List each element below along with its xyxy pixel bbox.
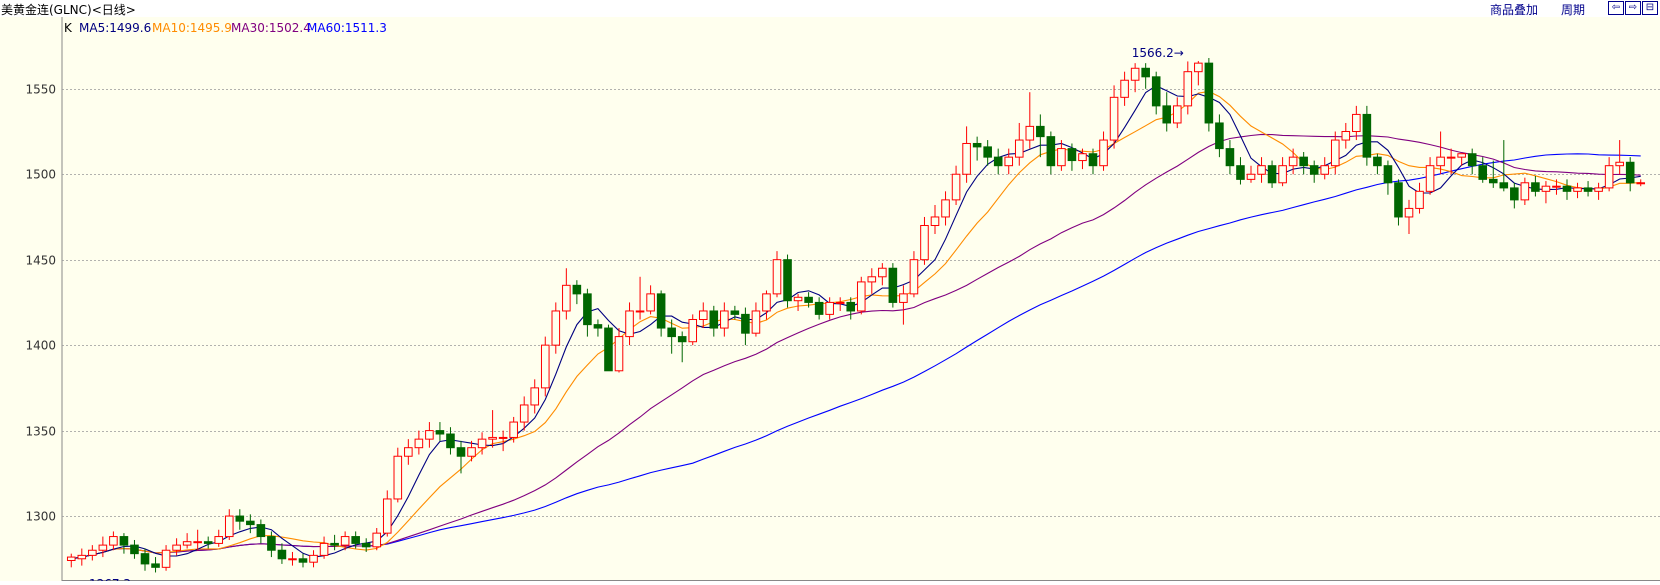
legend-ma10: MA10:1495.9 bbox=[152, 21, 232, 35]
legend-ma5: MA5:1499.6 bbox=[79, 21, 151, 35]
y-tick-label: 1400 bbox=[25, 339, 56, 353]
legend-k: K bbox=[64, 21, 73, 35]
low-annotation: 1267.3→ bbox=[89, 577, 141, 581]
high-annotation: 1566.2→ bbox=[1132, 46, 1184, 60]
chart-area[interactable]: 130013501400145015001550 1566.2→1267.3→ … bbox=[0, 17, 1660, 585]
legend-ma60: MA60:1511.3 bbox=[307, 21, 387, 35]
legend: K MA5:1499.6 MA10:1495.9 MA30:1502.4 MA6… bbox=[64, 21, 387, 35]
y-tick-label: 1550 bbox=[25, 83, 56, 97]
y-tick-label: 1350 bbox=[25, 425, 56, 439]
chart-title: 美黄金连(GLNC)<日线> bbox=[1, 3, 136, 17]
period-link[interactable]: 周期 bbox=[1561, 1, 1585, 18]
candle bbox=[1362, 105, 1372, 166]
y-tick-label: 1450 bbox=[25, 254, 56, 268]
candle bbox=[604, 324, 613, 372]
candle bbox=[783, 254, 792, 308]
scroll-right-icon[interactable]: ⇨ bbox=[1625, 1, 1641, 15]
scroll-left-icon[interactable]: ⇦ bbox=[1608, 1, 1624, 15]
candlestick-chart[interactable]: 130013501400145015001550 1566.2→1267.3→ … bbox=[0, 17, 1660, 585]
header-bar: 美黄金连(GLNC)<日线> 商品叠加 周期 ⇦ ⇨ ⊟ bbox=[0, 0, 1660, 17]
candle bbox=[393, 447, 403, 503]
overlay-commodity-link[interactable]: 商品叠加 bbox=[1490, 1, 1538, 18]
candle bbox=[540, 336, 550, 397]
candle bbox=[1204, 58, 1214, 132]
fullscreen-icon[interactable]: ⊟ bbox=[1642, 1, 1658, 15]
candle bbox=[856, 276, 866, 315]
y-tick-label: 1500 bbox=[25, 168, 56, 182]
legend-ma30: MA30:1502.4 bbox=[231, 21, 311, 35]
y-tick-label: 1300 bbox=[25, 510, 56, 524]
candle bbox=[888, 263, 898, 308]
